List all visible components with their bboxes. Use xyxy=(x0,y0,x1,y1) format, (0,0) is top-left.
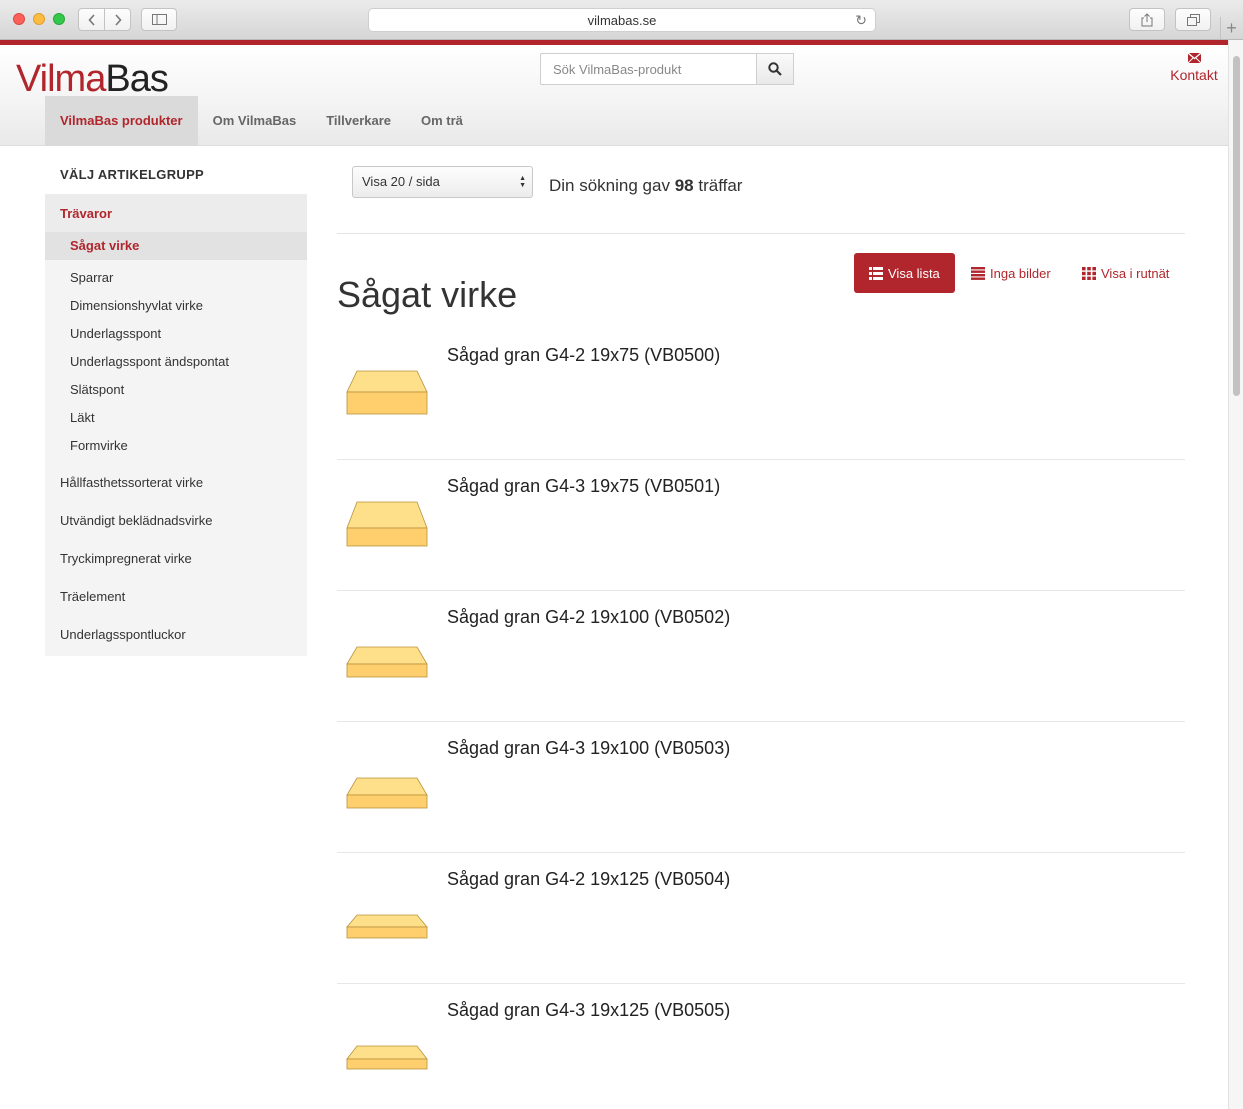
per-page-value: Visa 20 / sida xyxy=(362,174,440,189)
sidebar-title: VÄLJ ARTIKELGRUPP xyxy=(60,167,205,182)
scrollbar-thumb[interactable] xyxy=(1233,56,1240,396)
product-list: Sågad gran G4-2 19x75 (VB0500) Sågad gra… xyxy=(337,329,1185,1109)
plank-thumbnail[interactable] xyxy=(345,369,429,419)
product-row[interactable]: Sågad gran G4-2 19x100 (VB0502) xyxy=(337,591,1185,722)
lines-icon xyxy=(971,266,985,280)
sidebar-subitem-underlagsspont[interactable]: Underlagsspont xyxy=(45,320,307,348)
select-arrows-icon: ▲ ▼ xyxy=(519,175,526,189)
page-scrollbar[interactable] xyxy=(1228,40,1243,1109)
sidebar-item-underlagsspontluckor[interactable]: Underlagsspontluckor xyxy=(45,616,307,654)
per-page-select[interactable]: Visa 20 / sida ▲ ▼ xyxy=(352,166,533,198)
site-header: VilmaBas Kontakt VilmaBas produkter Om V… xyxy=(0,45,1228,146)
sidebar-item-travaror[interactable]: Trävaror xyxy=(45,194,307,232)
back-button[interactable] xyxy=(78,8,105,31)
view-no-images-button[interactable]: Inga bilder xyxy=(971,253,1051,293)
sidebar-item-utvandigt-bekladnadsvirke[interactable]: Utvändigt beklädnadsvirke xyxy=(45,502,307,540)
tabs-overview-button[interactable] xyxy=(1175,8,1211,31)
product-name[interactable]: Sågad gran G4-2 19x125 (VB0504) xyxy=(447,869,730,890)
view-no-images-label: Inga bilder xyxy=(990,265,1051,281)
results-toolbar: Visa 20 / sida ▲ ▼ Din sökning gav 98 trä… xyxy=(337,156,1185,234)
sidebar-subitem-formvirke[interactable]: Formvirke xyxy=(45,432,307,460)
chevron-left-icon xyxy=(87,13,95,26)
sidebar-subitem-sparrar[interactable]: Sparrar xyxy=(45,264,307,292)
plank-thumbnail[interactable] xyxy=(345,893,429,943)
product-name[interactable]: Sågad gran G4-3 19x100 (VB0503) xyxy=(447,738,730,759)
plank-thumbnail[interactable] xyxy=(345,1024,429,1074)
view-list-label: Visa lista xyxy=(888,265,940,281)
contact-link[interactable]: Kontakt xyxy=(1168,53,1220,83)
web-page: VilmaBas Kontakt VilmaBas produkter Om V… xyxy=(0,40,1228,1109)
share-button[interactable] xyxy=(1129,8,1165,31)
share-icon xyxy=(1141,12,1153,26)
contact-label: Kontakt xyxy=(1170,67,1218,83)
sidebar-subitem-lakt[interactable]: Läkt xyxy=(45,404,307,432)
product-row[interactable]: Sågad gran G4-2 19x125 (VB0504) xyxy=(337,853,1185,984)
zoom-window-button[interactable] xyxy=(53,13,65,25)
envelope-icon xyxy=(1187,53,1201,63)
sidebar-subitem-underlagsspont-andspontat[interactable]: Underlagsspont ändspontat xyxy=(45,348,307,376)
nav-item-om-vilmabas[interactable]: Om VilmaBas xyxy=(198,96,312,146)
minimize-window-button[interactable] xyxy=(33,13,45,25)
forward-button[interactable] xyxy=(104,8,131,31)
logo-part-bas: Bas xyxy=(105,58,168,100)
browser-toolbar: vilmabas.se ↻ + xyxy=(0,0,1243,40)
close-window-button[interactable] xyxy=(13,13,25,25)
site-logo[interactable]: VilmaBas xyxy=(16,58,169,100)
search-input[interactable] xyxy=(540,53,756,85)
nav-item-vilmabas-produkter[interactable]: VilmaBas produkter xyxy=(45,96,198,146)
sidebar-menu: Trävaror Sågat virke Sparrar Dimensionsh… xyxy=(45,194,307,656)
search-icon xyxy=(768,62,782,76)
sidebar-subitem-sagat-virke[interactable]: Sågat virke xyxy=(45,232,307,260)
search-form xyxy=(540,53,794,85)
sidebar-subitem-dimensionshyvlat-virke[interactable]: Dimensionshyvlat virke xyxy=(45,292,307,320)
plank-thumbnail[interactable] xyxy=(345,500,429,550)
view-grid-label: Visa i rutnät xyxy=(1101,265,1170,281)
list-header: Sågat virke Visa lista Inga bilder Visa … xyxy=(337,234,1185,329)
plank-thumbnail[interactable] xyxy=(345,762,429,812)
sidebar-item-hallfasthetssorterat-virke[interactable]: Hållfasthetssorterat virke xyxy=(45,464,307,502)
product-row[interactable]: Sågad gran G4-2 19x75 (VB0500) xyxy=(337,329,1185,460)
hits-suffix: träffar xyxy=(698,176,743,195)
search-hits-text: Din sökning gav 98 träffar xyxy=(549,176,742,196)
category-sidebar: VÄLJ ARTIKELGRUPP Trävaror Sågat virke S… xyxy=(45,156,307,656)
nav-item-tillverkare[interactable]: Tillverkare xyxy=(311,96,406,146)
sidebar-icon xyxy=(151,14,167,25)
logo-part-vilma: Vilma xyxy=(16,58,106,100)
hits-count: 98 xyxy=(674,176,694,195)
sidebar-item-tryckimpregnerat-virke[interactable]: Tryckimpregnerat virke xyxy=(45,540,307,578)
nav-item-om-tra[interactable]: Om trä xyxy=(406,96,478,146)
main-content: Visa 20 / sida ▲ ▼ Din sökning gav 98 trä… xyxy=(337,156,1185,1109)
page-title: Sågat virke xyxy=(337,274,518,315)
chevron-right-icon xyxy=(114,13,122,26)
product-name[interactable]: Sågad gran G4-2 19x75 (VB0500) xyxy=(447,345,720,366)
sidebar-subitem-slatspont[interactable]: Slätspont xyxy=(45,376,307,404)
list-icon xyxy=(869,266,883,280)
sidebar-toggle-button[interactable] xyxy=(141,8,177,31)
product-row[interactable]: Sågad gran G4-3 19x125 (VB0505) xyxy=(337,984,1185,1109)
new-tab-button[interactable]: + xyxy=(1220,17,1242,39)
product-name[interactable]: Sågad gran G4-3 19x125 (VB0505) xyxy=(447,1000,730,1021)
product-name[interactable]: Sågad gran G4-2 19x100 (VB0502) xyxy=(447,607,730,628)
address-bar[interactable]: vilmabas.se ↻ xyxy=(368,8,876,32)
address-url: vilmabas.se xyxy=(587,12,657,28)
sidebar-item-traelement[interactable]: Träelement xyxy=(45,578,307,616)
search-button[interactable] xyxy=(756,53,794,85)
product-row[interactable]: Sågad gran G4-3 19x75 (VB0501) xyxy=(337,460,1185,591)
view-list-button[interactable]: Visa lista xyxy=(854,253,955,293)
reload-icon[interactable]: ↻ xyxy=(855,12,867,29)
plank-thumbnail[interactable] xyxy=(345,631,429,681)
product-row[interactable]: Sågad gran G4-3 19x100 (VB0503) xyxy=(337,722,1185,853)
product-name[interactable]: Sågad gran G4-3 19x75 (VB0501) xyxy=(447,476,720,497)
view-grid-button[interactable]: Visa i rutnät xyxy=(1082,253,1169,293)
main-navigation: VilmaBas produkter Om VilmaBas Tillverka… xyxy=(45,96,478,146)
tabs-icon xyxy=(1186,13,1200,26)
grid-icon xyxy=(1082,266,1096,280)
hits-prefix: Din sökning gav xyxy=(549,176,670,195)
